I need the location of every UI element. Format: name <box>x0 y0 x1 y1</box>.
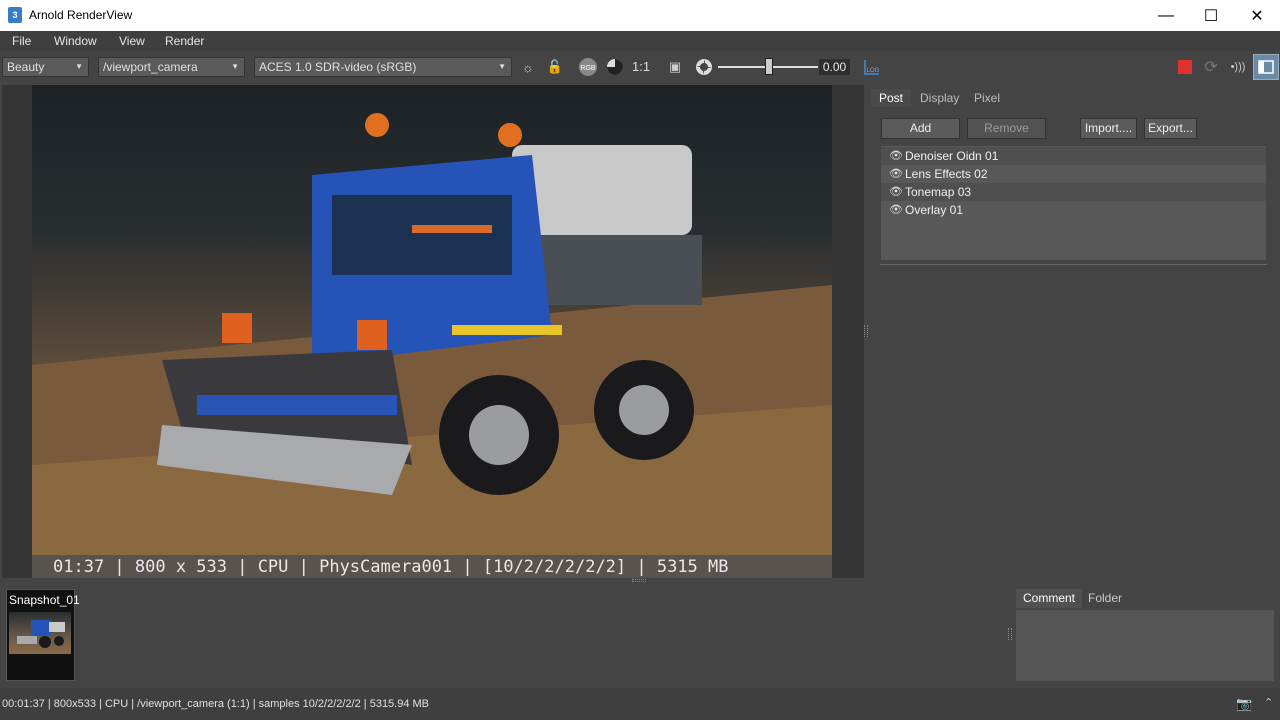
menu-bar: File Window View Render <box>0 31 1280 51</box>
tab-folder[interactable]: Folder <box>1081 589 1129 608</box>
eye-icon[interactable]: 👁 <box>889 201 903 219</box>
exposure-value-field[interactable]: 0.00 <box>819 59 850 75</box>
chevron-down-icon: ▼ <box>231 62 239 71</box>
region-icon[interactable]: ☼ <box>518 57 538 77</box>
snapshot-strip <box>2 584 1008 685</box>
tab-display[interactable]: Display <box>912 89 967 107</box>
menu-render[interactable]: Render <box>165 34 204 48</box>
list-item[interactable]: 👁 Tonemap 03 <box>881 183 1266 201</box>
half-circle-icon <box>607 59 623 75</box>
rgb-channel-button[interactable]: RGB <box>578 57 598 77</box>
compare-icon[interactable] <box>605 57 625 77</box>
tab-pixel[interactable]: Pixel <box>966 89 1008 107</box>
tab-comment[interactable]: Comment <box>1016 589 1083 608</box>
panel-divider[interactable] <box>880 264 1267 265</box>
color-space-dropdown[interactable]: ACES 1.0 SDR-video (sRGB) ▼ <box>254 57 512 77</box>
maximize-icon[interactable]: ☐ <box>1188 0 1234 31</box>
app-icon: 3 <box>8 7 22 23</box>
camera-icon[interactable]: 📷 <box>1236 696 1254 711</box>
eye-icon[interactable]: 👁 <box>889 183 903 201</box>
window-title: Arnold RenderView <box>29 8 133 22</box>
title-bar: 3 Arnold RenderView — ☐ ✕ <box>0 0 1280 31</box>
rgb-icon: RGB <box>579 58 597 76</box>
snapshot-illustration <box>17 620 65 648</box>
operator-label: Overlay 01 <box>905 203 964 217</box>
rgb-icon-label: RGB <box>580 65 596 72</box>
add-operator-button[interactable]: Add <box>881 118 960 139</box>
eye-icon[interactable]: 👁 <box>889 147 903 165</box>
list-item[interactable]: 👁 Lens Effects 02 <box>881 165 1266 183</box>
menu-file[interactable]: File <box>12 34 31 48</box>
operator-label: Tonemap 03 <box>905 185 972 199</box>
list-item[interactable]: 👁 Denoiser Oidn 01 <box>881 147 1266 165</box>
camera-value: /viewport_camera <box>103 60 198 74</box>
rendered-image <box>32 85 832 578</box>
status-text: 00:01:37 | 800x533 | CPU | /viewport_cam… <box>2 698 430 710</box>
list-item[interactable]: 👁 Overlay 01 <box>881 201 1266 219</box>
aov-value: Beauty <box>7 60 45 74</box>
chevron-up-icon[interactable]: ⌃ <box>1264 696 1273 709</box>
remove-operator-button[interactable]: Remove <box>967 118 1046 139</box>
bottom-splitter-handle[interactable] <box>1008 628 1012 640</box>
minimize-icon[interactable]: — <box>1143 0 1189 31</box>
log-icon[interactable]: LOG <box>863 59 881 76</box>
export-button[interactable]: Export... <box>1144 118 1197 139</box>
render-info-text: 01:37 | 800 x 533 | CPU | PhysCamera001 … <box>53 557 729 577</box>
vertical-splitter-handle[interactable] <box>864 325 868 337</box>
frame-icon[interactable]: ▣ <box>665 57 685 77</box>
aperture-icon[interactable] <box>694 57 714 77</box>
snapshot-thumbnail[interactable] <box>9 612 71 654</box>
refresh-icon[interactable]: ⟳ <box>1201 57 1221 77</box>
log-svg: LOG <box>864 60 880 75</box>
color-space-value: ACES 1.0 SDR-video (sRGB) <box>259 60 417 74</box>
panel-toggle-button[interactable] <box>1253 54 1279 80</box>
log-label: LOG <box>867 68 880 74</box>
menu-window[interactable]: Window <box>54 34 97 48</box>
horizontal-splitter-handle[interactable] <box>632 579 646 582</box>
aov-dropdown[interactable]: Beauty ▼ <box>2 57 89 77</box>
exposure-slider-handle[interactable] <box>765 58 773 75</box>
close-icon[interactable]: ✕ <box>1234 0 1280 31</box>
stop-render-button[interactable] <box>1178 60 1192 74</box>
camera-dropdown[interactable]: /viewport_camera ▼ <box>98 57 245 77</box>
panel-layout-icon <box>1258 60 1274 74</box>
tab-post[interactable]: Post <box>871 89 912 107</box>
render-illustration <box>32 113 832 578</box>
import-button[interactable]: Import.... <box>1080 118 1137 139</box>
menu-view[interactable]: View <box>119 34 145 48</box>
eye-icon[interactable]: 👁 <box>889 165 903 183</box>
lock-icon[interactable]: 🔓 <box>545 57 565 77</box>
operator-label: Denoiser Oidn 01 <box>905 149 999 163</box>
zoom-1to1-button[interactable]: 1:1 <box>632 59 650 74</box>
chevron-down-icon: ▼ <box>498 62 506 71</box>
operator-label: Lens Effects 02 <box>905 167 988 181</box>
ipr-icon[interactable]: •))) <box>1228 57 1248 77</box>
chevron-down-icon: ▼ <box>75 62 83 71</box>
snapshot-label: Snapshot_01 <box>9 593 80 607</box>
aperture-svg <box>696 59 712 75</box>
comment-textarea[interactable] <box>1016 610 1274 681</box>
